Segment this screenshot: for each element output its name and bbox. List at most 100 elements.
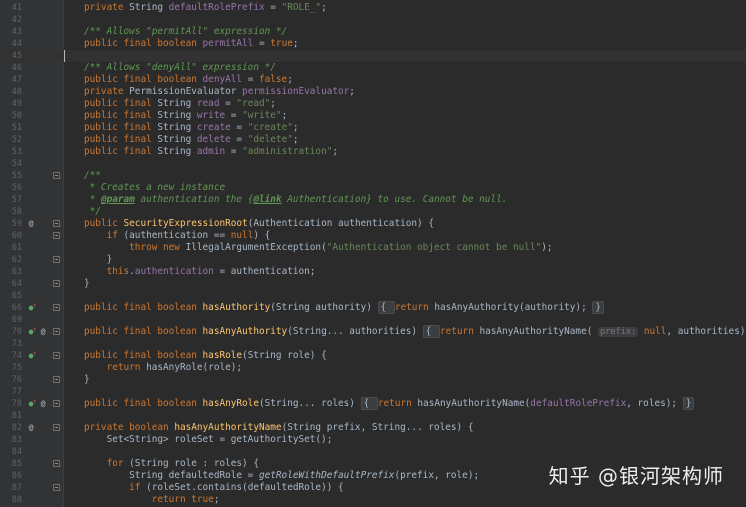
annotation-gutter-icon[interactable]: @ bbox=[26, 422, 36, 434]
code-lines[interactable]: 41 private String defaultRolePrefix = "RO… bbox=[0, 2, 746, 507]
code-text[interactable]: /** Allows "permitAll" expression */ bbox=[84, 26, 287, 38]
code-line[interactable]: 43 /** Allows "permitAll" expression */ bbox=[0, 26, 746, 38]
code-line[interactable]: 63 this.authentication = authentication; bbox=[0, 266, 746, 278]
fold-toggle-icon[interactable] bbox=[53, 304, 60, 311]
code-line[interactable]: 59 @ public SecurityExpressionRoot(Authent… bbox=[0, 218, 746, 230]
annotation-gutter-icon[interactable]: @ bbox=[26, 218, 36, 230]
code-text[interactable]: } bbox=[84, 254, 113, 266]
code-text[interactable]: } bbox=[84, 278, 90, 290]
code-line[interactable]: 56 * Creates a new instance bbox=[0, 182, 746, 194]
code-line[interactable]: 66 ● public final boolean hasAuthority(Str… bbox=[0, 300, 746, 314]
fold-toggle-icon[interactable] bbox=[53, 424, 60, 431]
folded-region[interactable]: { bbox=[377, 301, 395, 314]
code-text[interactable]: throw new IllegalArgumentException("Auth… bbox=[84, 242, 552, 254]
code-text[interactable]: public final String create = "create"; bbox=[84, 122, 299, 134]
code-text[interactable]: public final boolean hasAnyAuthority(Str… bbox=[84, 325, 746, 338]
fold-toggle-icon[interactable] bbox=[53, 328, 60, 335]
fold-toggle-icon[interactable] bbox=[53, 400, 60, 407]
code-text[interactable]: public final boolean hasAuthority(String… bbox=[84, 301, 605, 314]
code-line[interactable]: 48 private PermissionEvaluator permission… bbox=[0, 86, 746, 98]
fold-toggle-icon[interactable] bbox=[53, 460, 60, 467]
code-line[interactable]: 47 public final boolean denyAll = false; bbox=[0, 74, 746, 86]
code-line[interactable]: 54 bbox=[0, 158, 746, 170]
code-line[interactable]: 70 ●@ public final boolean hasAnyAuthority… bbox=[0, 324, 746, 338]
code-text[interactable]: public SecurityExpressionRoot(Authentica… bbox=[84, 218, 434, 230]
code-line[interactable]: 49 public final String read = "read"; bbox=[0, 98, 746, 110]
code-text[interactable]: private boolean hasAnyAuthorityName(Stri… bbox=[84, 422, 473, 434]
code-line[interactable]: 55 /** bbox=[0, 170, 746, 182]
code-line[interactable]: 82 @ private boolean hasAnyAuthorityName(S… bbox=[0, 422, 746, 434]
annotation-gutter-icon[interactable]: @ bbox=[38, 398, 48, 410]
code-text[interactable]: public final boolean denyAll = false; bbox=[84, 74, 293, 86]
code-editor[interactable]: 41 private String defaultRolePrefix = "RO… bbox=[0, 0, 746, 507]
folded-region[interactable]: { bbox=[422, 325, 440, 338]
code-text[interactable]: public final String admin = "administrat… bbox=[84, 146, 338, 158]
code-text[interactable]: public final boolean permitAll = true; bbox=[84, 38, 299, 50]
fold-toggle-icon[interactable] bbox=[53, 220, 60, 227]
code-text[interactable]: * @param authentication the {@link Authe… bbox=[84, 194, 508, 206]
folded-region[interactable]: } bbox=[682, 397, 695, 410]
code-text[interactable]: private PermissionEvaluator permissionEv… bbox=[84, 86, 355, 98]
code-text[interactable]: /** Allows "denyAll" expression */ bbox=[84, 62, 276, 74]
code-line[interactable]: 73 bbox=[0, 338, 746, 350]
code-text[interactable]: if (roleSet.contains(defaultedRole)) { bbox=[84, 482, 344, 494]
code-text[interactable]: public final boolean hasAnyRole(String..… bbox=[84, 397, 695, 410]
override-gutter-icon[interactable]: ● bbox=[26, 324, 37, 338]
annotation-gutter-icon[interactable]: @ bbox=[38, 326, 48, 338]
folded-region[interactable]: } bbox=[592, 301, 605, 314]
code-line[interactable]: 78 ●@ public final boolean hasAnyRole(Stri… bbox=[0, 396, 746, 410]
code-line[interactable]: 62 } bbox=[0, 254, 746, 266]
code-text[interactable]: } bbox=[84, 374, 90, 386]
code-line[interactable]: 57 * @param authentication the {@link Au… bbox=[0, 194, 746, 206]
code-text[interactable]: public final String delete = "delete"; bbox=[84, 134, 299, 146]
code-text[interactable]: String defaultedRole = getRoleWithDefaul… bbox=[84, 470, 479, 482]
override-gutter-icon[interactable]: ● bbox=[26, 300, 37, 314]
fold-toggle-icon[interactable] bbox=[53, 256, 60, 263]
override-gutter-icon[interactable]: ● bbox=[26, 396, 37, 410]
code-line[interactable]: 50 public final String write = "write"; bbox=[0, 110, 746, 122]
code-text[interactable]: /** bbox=[84, 170, 101, 182]
code-text[interactable]: public final String write = "write"; bbox=[84, 110, 287, 122]
code-text[interactable]: this.authentication = authentication; bbox=[84, 266, 316, 278]
code-line[interactable]: 51 public final String create = "create"; bbox=[0, 122, 746, 134]
code-line[interactable]: 81 bbox=[0, 410, 746, 422]
code-line[interactable]: 88 return true; bbox=[0, 494, 746, 506]
fold-toggle-icon[interactable] bbox=[53, 280, 60, 287]
code-line[interactable]: 41 private String defaultRolePrefix = "RO… bbox=[0, 2, 746, 14]
code-line[interactable]: 69 bbox=[0, 314, 746, 326]
code-line[interactable]: 42 bbox=[0, 14, 746, 26]
code-line[interactable]: 44 public final boolean permitAll = true; bbox=[0, 38, 746, 50]
code-line[interactable]: 74 ● public final boolean hasRole(String r… bbox=[0, 348, 746, 362]
code-line[interactable]: 84 bbox=[0, 446, 746, 458]
code-text[interactable]: public final boolean hasRole(String role… bbox=[84, 350, 327, 362]
code-text[interactable]: * Creates a new instance bbox=[84, 182, 225, 194]
code-line[interactable]: 83 Set<String> roleSet = getAuthoritySet… bbox=[0, 434, 746, 446]
code-line[interactable]: 75 return hasAnyRole(role); bbox=[0, 362, 746, 374]
code-line[interactable]: 64} bbox=[0, 278, 746, 290]
code-line[interactable]: 45 bbox=[0, 50, 746, 62]
code-text[interactable]: Set<String> roleSet = getAuthoritySet(); bbox=[84, 434, 333, 446]
code-text[interactable]: public final String read = "read"; bbox=[84, 98, 276, 110]
fold-toggle-icon[interactable] bbox=[53, 376, 60, 383]
code-text[interactable]: if (authentication == null) { bbox=[84, 230, 271, 242]
code-line[interactable]: 65 bbox=[0, 290, 746, 302]
line-number: 85 bbox=[11, 459, 22, 469]
code-line[interactable]: 60 if (authentication == null) { bbox=[0, 230, 746, 242]
fold-toggle-icon[interactable] bbox=[53, 232, 60, 239]
code-text[interactable]: private String defaultRolePrefix = "ROLE… bbox=[84, 2, 327, 14]
code-text[interactable]: for (String role : roles) { bbox=[84, 458, 259, 470]
code-line[interactable]: 46 /** Allows "denyAll" expression */ bbox=[0, 62, 746, 74]
code-line[interactable]: 61 throw new IllegalArgumentException("A… bbox=[0, 242, 746, 254]
code-line[interactable]: 52 public final String delete = "delete"; bbox=[0, 134, 746, 146]
code-text[interactable]: */ bbox=[84, 206, 101, 218]
code-text[interactable]: return hasAnyRole(role); bbox=[84, 362, 242, 374]
code-text[interactable]: return true; bbox=[84, 494, 220, 506]
code-line[interactable]: 76} bbox=[0, 374, 746, 386]
code-line[interactable]: 58 */ bbox=[0, 206, 746, 218]
fold-toggle-icon[interactable] bbox=[53, 172, 60, 179]
fold-toggle-icon[interactable] bbox=[53, 352, 60, 359]
fold-toggle-icon[interactable] bbox=[53, 484, 60, 491]
code-line[interactable]: 53 public final String admin = "administr… bbox=[0, 146, 746, 158]
folded-region[interactable]: { bbox=[360, 397, 378, 410]
override-gutter-icon[interactable]: ● bbox=[26, 348, 37, 362]
